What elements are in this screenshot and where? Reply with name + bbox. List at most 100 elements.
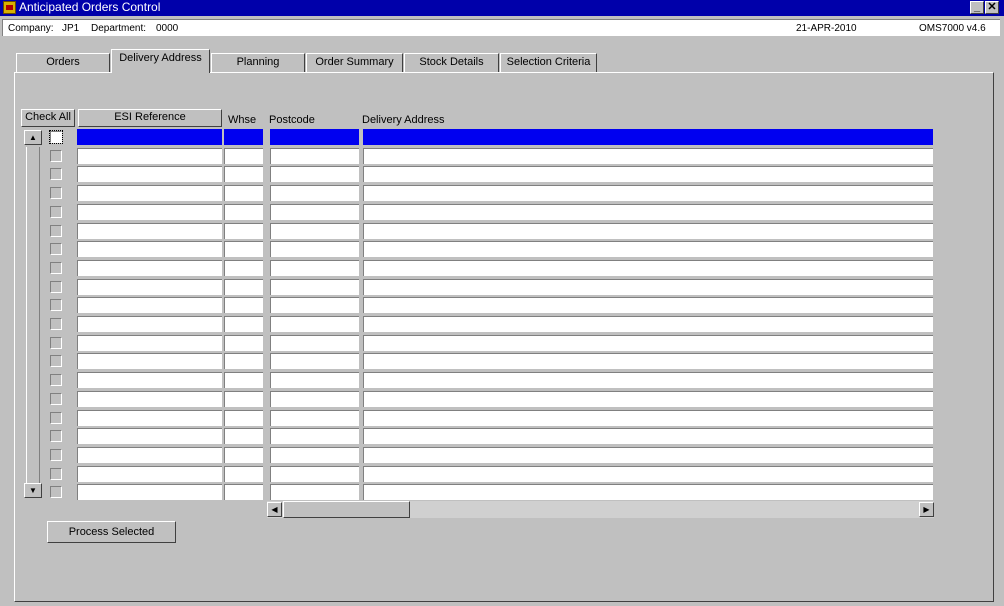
check-all-button[interactable]: Check All [21, 109, 75, 127]
row-checkbox[interactable] [50, 299, 62, 312]
scroll-left-icon[interactable]: ◀ [267, 502, 282, 517]
row-checkbox[interactable] [50, 467, 62, 480]
postcode-cell[interactable] [270, 241, 359, 258]
delivery-address-cell[interactable] [363, 259, 933, 276]
postcode-cell[interactable] [270, 465, 359, 482]
whse-cell[interactable] [224, 203, 263, 220]
esi-reference-cell[interactable] [77, 147, 222, 164]
postcode-cell[interactable] [270, 390, 359, 407]
horizontal-scrollbar[interactable]: ◀ ▶ [267, 501, 934, 518]
row-checkbox[interactable] [50, 318, 62, 330]
whse-cell[interactable] [224, 390, 263, 407]
horizontal-scroll-thumb[interactable] [283, 501, 410, 518]
postcode-cell[interactable] [270, 185, 359, 202]
postcode-cell[interactable] [270, 428, 359, 445]
whse-cell[interactable] [224, 409, 263, 426]
whse-cell[interactable] [224, 129, 263, 145]
delivery-address-cell[interactable] [363, 203, 933, 220]
esi-reference-cell[interactable] [77, 203, 222, 220]
whse-cell[interactable] [224, 222, 263, 239]
postcode-cell[interactable] [270, 147, 359, 164]
delivery-address-cell[interactable] [363, 390, 933, 407]
delivery-address-cell[interactable] [363, 185, 933, 202]
postcode-cell[interactable] [270, 166, 359, 183]
row-checkbox[interactable] [50, 336, 62, 349]
postcode-cell[interactable] [270, 222, 359, 239]
esi-reference-cell[interactable] [77, 222, 222, 239]
postcode-cell[interactable] [270, 372, 359, 389]
whse-cell[interactable] [224, 484, 263, 501]
row-checkbox[interactable] [50, 355, 62, 368]
esi-reference-cell[interactable] [77, 446, 222, 463]
row-checkbox[interactable] [50, 205, 62, 218]
esi-reference-header[interactable]: ESI Reference [78, 109, 222, 127]
tab-orders[interactable]: Orders [16, 53, 110, 72]
scroll-right-icon[interactable]: ▶ [919, 502, 934, 517]
tab-planning[interactable]: Planning [211, 53, 305, 72]
whse-cell[interactable] [224, 185, 263, 202]
esi-reference-cell[interactable] [77, 316, 222, 332]
vertical-scrollbar[interactable]: ▲ ▼ [23, 130, 43, 499]
whse-cell[interactable] [224, 166, 263, 183]
esi-reference-cell[interactable] [77, 334, 222, 351]
delivery-address-cell[interactable] [363, 222, 933, 239]
esi-reference-cell[interactable] [77, 278, 222, 295]
vertical-scroll-track[interactable] [26, 147, 40, 483]
whse-cell[interactable] [224, 278, 263, 295]
delivery-address-cell[interactable] [363, 297, 933, 314]
delivery-address-cell[interactable] [363, 465, 933, 482]
tab-order-summary[interactable]: Order Summary [306, 53, 403, 72]
close-button[interactable]: ✕ [985, 1, 999, 14]
whse-cell[interactable] [224, 446, 263, 463]
postcode-cell[interactable] [270, 297, 359, 314]
delivery-address-cell[interactable] [363, 409, 933, 426]
row-checkbox[interactable] [50, 168, 62, 181]
row-checkbox[interactable] [50, 448, 62, 461]
row-checkbox[interactable] [50, 261, 62, 274]
tab-selection-criteria[interactable]: Selection Criteria [500, 53, 597, 72]
esi-reference-cell[interactable] [77, 129, 222, 145]
esi-reference-cell[interactable] [77, 259, 222, 276]
postcode-cell[interactable] [270, 129, 359, 145]
whse-cell[interactable] [224, 241, 263, 258]
delivery-address-cell[interactable] [363, 241, 933, 258]
delivery-address-cell[interactable] [363, 372, 933, 389]
delivery-address-cell[interactable] [363, 353, 933, 370]
esi-reference-cell[interactable] [77, 390, 222, 407]
whse-cell[interactable] [224, 147, 263, 164]
delivery-address-cell[interactable] [363, 334, 933, 351]
process-selected-button[interactable]: Process Selected [47, 521, 176, 543]
postcode-cell[interactable] [270, 353, 359, 370]
scroll-down-icon[interactable]: ▼ [24, 483, 42, 498]
postcode-cell[interactable] [270, 409, 359, 426]
whse-cell[interactable] [224, 372, 263, 389]
row-checkbox[interactable] [50, 224, 62, 237]
row-checkbox[interactable] [50, 280, 62, 293]
scroll-up-icon[interactable]: ▲ [24, 130, 42, 145]
delivery-address-cell[interactable] [363, 428, 933, 445]
whse-cell[interactable] [224, 316, 263, 332]
row-checkbox[interactable] [50, 411, 62, 424]
postcode-cell[interactable] [270, 203, 359, 220]
esi-reference-cell[interactable] [77, 166, 222, 183]
postcode-cell[interactable] [270, 278, 359, 295]
row-checkbox[interactable] [50, 430, 62, 443]
delivery-address-cell[interactable] [363, 446, 933, 463]
postcode-cell[interactable] [270, 259, 359, 276]
esi-reference-cell[interactable] [77, 465, 222, 482]
delivery-address-cell[interactable] [363, 278, 933, 295]
delivery-address-cell[interactable] [363, 484, 933, 501]
postcode-cell[interactable] [270, 446, 359, 463]
row-checkbox[interactable] [50, 374, 62, 387]
esi-reference-cell[interactable] [77, 409, 222, 426]
row-checkbox[interactable] [49, 130, 63, 144]
whse-cell[interactable] [224, 334, 263, 351]
esi-reference-cell[interactable] [77, 297, 222, 314]
whse-cell[interactable] [224, 428, 263, 445]
esi-reference-cell[interactable] [77, 353, 222, 370]
postcode-cell[interactable] [270, 316, 359, 332]
whse-cell[interactable] [224, 297, 263, 314]
esi-reference-cell[interactable] [77, 428, 222, 445]
esi-reference-cell[interactable] [77, 241, 222, 258]
row-checkbox[interactable] [50, 243, 62, 256]
